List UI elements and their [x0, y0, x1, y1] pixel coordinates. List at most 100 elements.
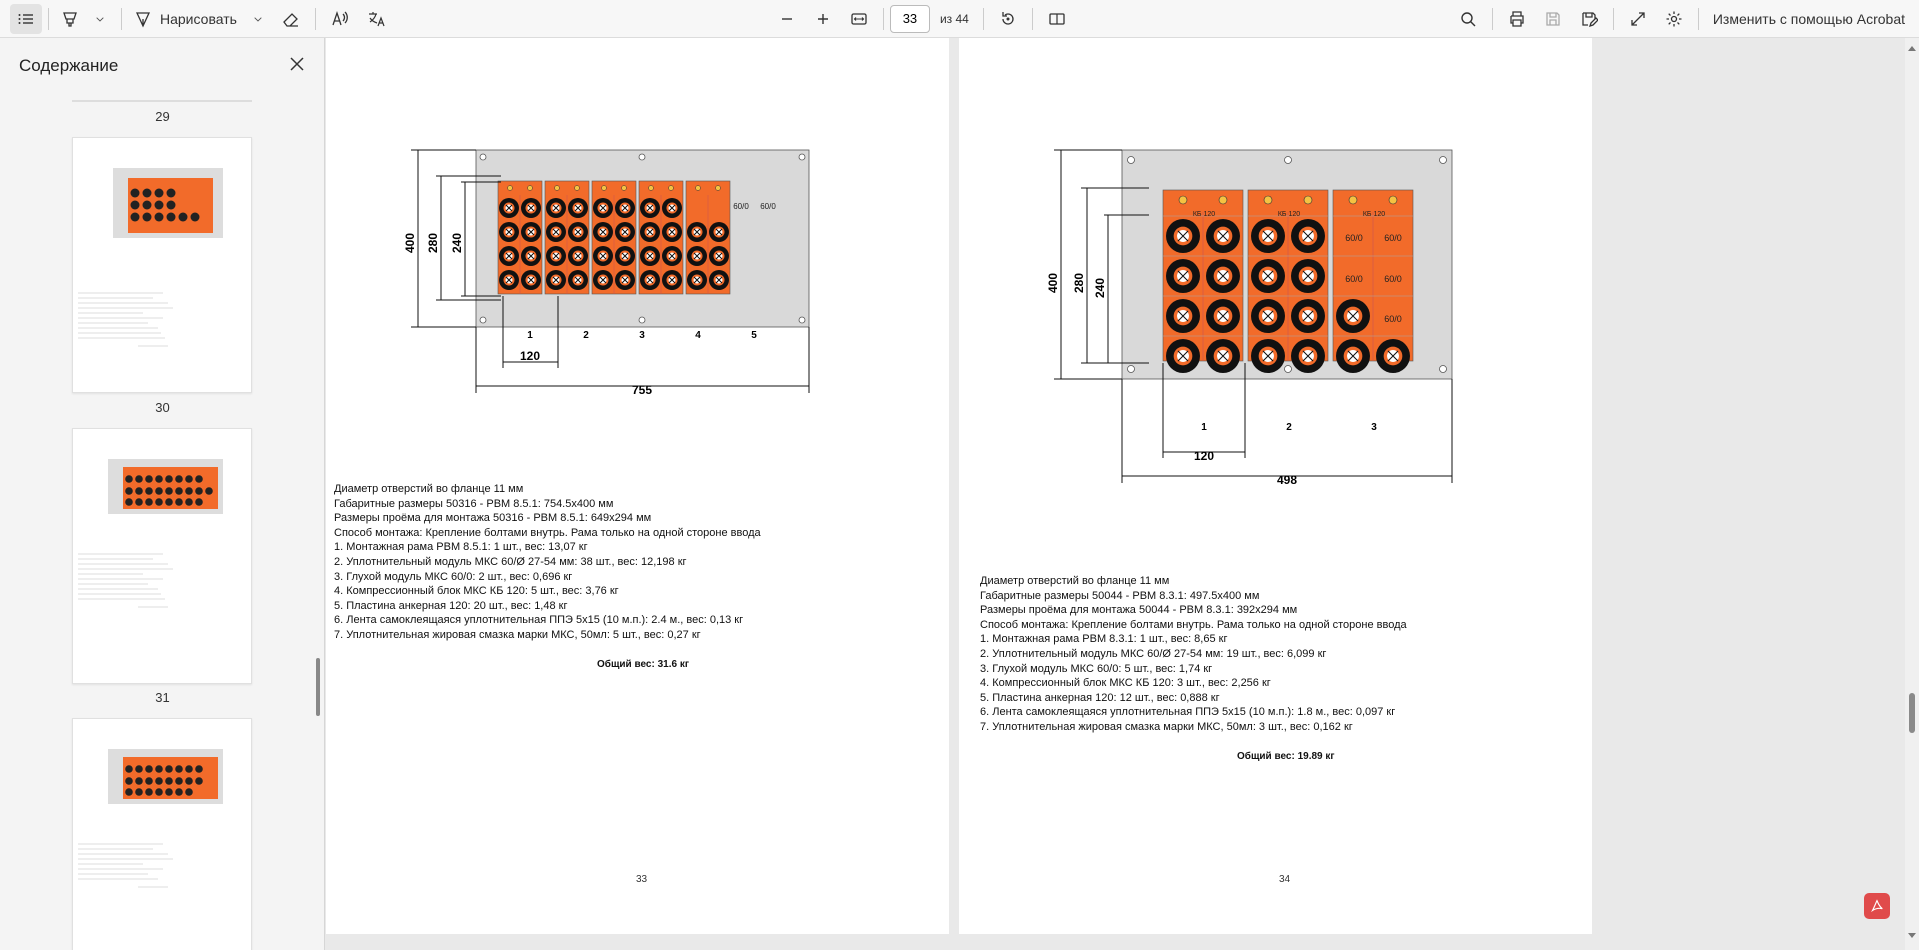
thumbnail-label: 31	[155, 690, 170, 705]
edit-with-acrobat-label: Изменить с помощью Acrobat	[1712, 10, 1906, 27]
kb-label: КБ 120	[1193, 211, 1215, 218]
thumbnail-preview	[78, 168, 223, 347]
gear-icon	[1666, 11, 1682, 26]
dim-height-total: 400	[403, 233, 417, 253]
spec-line: 3. Глухой модуль МКС 60/0: 2 шт., вес: 0…	[334, 570, 573, 583]
list-icon	[18, 13, 33, 24]
save-as-button[interactable]	[1571, 4, 1607, 34]
column-label: 1	[527, 330, 533, 341]
zoom-in-button[interactable]	[805, 4, 841, 34]
toolbar-separator	[982, 7, 984, 30]
total-weight: Общий вес: 19.89 кг	[1237, 751, 1335, 762]
spec-line: Размеры проёма для монтажа 50316 - PBM 8…	[334, 512, 652, 525]
print-icon	[1510, 10, 1524, 27]
blind-module-label: 60/0	[760, 202, 776, 211]
zoom-out-button[interactable]	[769, 4, 805, 34]
search-button[interactable]	[1450, 4, 1486, 34]
contents-panel: Содержание 29 30 31	[0, 38, 325, 950]
read-aloud-button[interactable]	[322, 4, 358, 34]
spec-line: Габаритные размеры 50316 - PBM 8.5.1: 75…	[334, 497, 614, 510]
print-button[interactable]	[1499, 4, 1535, 34]
page-number-input[interactable]	[889, 4, 930, 33]
fullscreen-button[interactable]	[1620, 4, 1656, 34]
edit-with-acrobat-button[interactable]: Изменить с помощью Acrobat	[1705, 4, 1919, 34]
spec-line: Способ монтажа: Крепление болтами внутрь…	[334, 526, 761, 539]
toolbar-separator	[1612, 7, 1614, 30]
thumbnail-label: 29	[155, 109, 170, 124]
column-label: 4	[695, 330, 701, 341]
dim-total-width: 755	[632, 383, 652, 397]
scroll-down-arrow[interactable]	[1908, 933, 1916, 938]
toolbar-separator	[314, 7, 316, 30]
document-viewer: 400 280 240 120 755 1 2 3 4 5 60/0 60/0 …	[326, 38, 1919, 950]
thumbnail-page-31[interactable]	[72, 428, 252, 684]
erase-button[interactable]	[273, 4, 309, 34]
draw-label: Нарисовать	[160, 10, 237, 27]
fit-width-button[interactable]	[841, 4, 877, 34]
contents-toggle-button[interactable]	[10, 3, 42, 34]
acrobat-icon[interactable]	[1864, 893, 1890, 919]
dim-height-hole: 240	[1093, 278, 1107, 298]
rotate-button[interactable]	[990, 4, 1026, 34]
scroll-up-arrow[interactable]	[1908, 46, 1916, 51]
chevron-down-icon	[96, 16, 104, 22]
spec-line: 1. Монтажная рама PBM 8.3.1: 1 шт., вес:…	[980, 633, 1228, 646]
eraser-icon	[283, 12, 298, 27]
kb-label: КБ 120	[1278, 211, 1300, 218]
thumbnail-page-30[interactable]	[72, 137, 252, 393]
scroll-thumb[interactable]	[1909, 693, 1915, 733]
blind-module-label: 60/0	[1384, 274, 1402, 284]
settings-button[interactable]	[1656, 4, 1692, 34]
toolbar-separator	[48, 7, 49, 30]
blind-module-label: 60/0	[1345, 274, 1363, 284]
draw-icon	[135, 11, 151, 28]
rotate-icon	[1002, 11, 1014, 25]
spec-line: 6. Лента самоклеящаяся уплотнительная ПП…	[334, 614, 744, 627]
spec-line: Диаметр отверстий во фланце 11 мм	[334, 483, 524, 495]
page-33: 400 280 240 120 755 1 2 3 4 5 60/0 60/0 …	[326, 38, 949, 934]
dim-height-inner: 280	[426, 233, 440, 253]
dim-height-inner: 280	[1072, 273, 1086, 293]
highlight-dropdown[interactable]	[85, 4, 115, 34]
spec-line: 4. Компрессионный блок МКС КБ 120: 3 шт.…	[980, 677, 1271, 690]
column-label: 2	[583, 330, 589, 341]
save-button[interactable]	[1535, 4, 1571, 34]
spec-line: Способ монтажа: Крепление болтами внутрь…	[980, 618, 1407, 631]
plus-icon	[817, 13, 828, 24]
save-icon	[1546, 11, 1560, 26]
thumbnail-page-32[interactable]	[72, 718, 252, 950]
spec-line: 5. Пластина анкерная 120: 12 шт., вес: 0…	[980, 691, 1220, 704]
blind-module-label: 60/0	[1345, 233, 1363, 243]
dim-col-width: 120	[1194, 449, 1214, 463]
draw-button[interactable]: Нарисовать	[128, 4, 243, 34]
toolbar-separator	[121, 7, 122, 30]
thumbnail-preview	[78, 459, 223, 608]
highlighter-icon	[63, 11, 77, 27]
toolbar-separator	[1031, 7, 1033, 30]
thumbnail-preview	[78, 749, 223, 888]
page-view-button[interactable]	[1039, 4, 1075, 34]
blind-module-label: 60/0	[733, 202, 749, 211]
thumbnail-label: 30	[155, 400, 170, 415]
draw-dropdown[interactable]	[243, 4, 273, 34]
highlight-button[interactable]	[55, 4, 85, 34]
page-number: 34	[1279, 874, 1291, 885]
translate-button[interactable]	[358, 4, 394, 34]
contents-scrollbar[interactable]	[316, 658, 320, 716]
close-contents-button[interactable]	[285, 52, 309, 76]
contents-title: Содержание	[19, 56, 119, 75]
column-label: 3	[639, 330, 645, 341]
dim-height-total: 400	[1046, 273, 1060, 293]
two-page-icon	[1049, 12, 1065, 25]
column-label: 5	[751, 330, 757, 341]
spec-line: 6. Лента самоклеящаяся уплотнительная ПП…	[980, 706, 1396, 719]
frame-drawing-page-34: 400 280 240 120 498 1 2 3 КБ 120 КБ 120 …	[1046, 149, 1453, 487]
translate-icon	[368, 11, 385, 26]
page-number: 33	[636, 874, 648, 885]
page-34: 400 280 240 120 498 1 2 3 КБ 120 КБ 120 …	[959, 38, 1592, 934]
viewer-scrollbar[interactable]	[1905, 38, 1919, 950]
column-label: 1	[1201, 422, 1207, 433]
total-weight: Общий вес: 31.6 кг	[597, 659, 689, 670]
acrobat-logo-icon	[1871, 899, 1883, 913]
column-label: 3	[1371, 422, 1377, 433]
